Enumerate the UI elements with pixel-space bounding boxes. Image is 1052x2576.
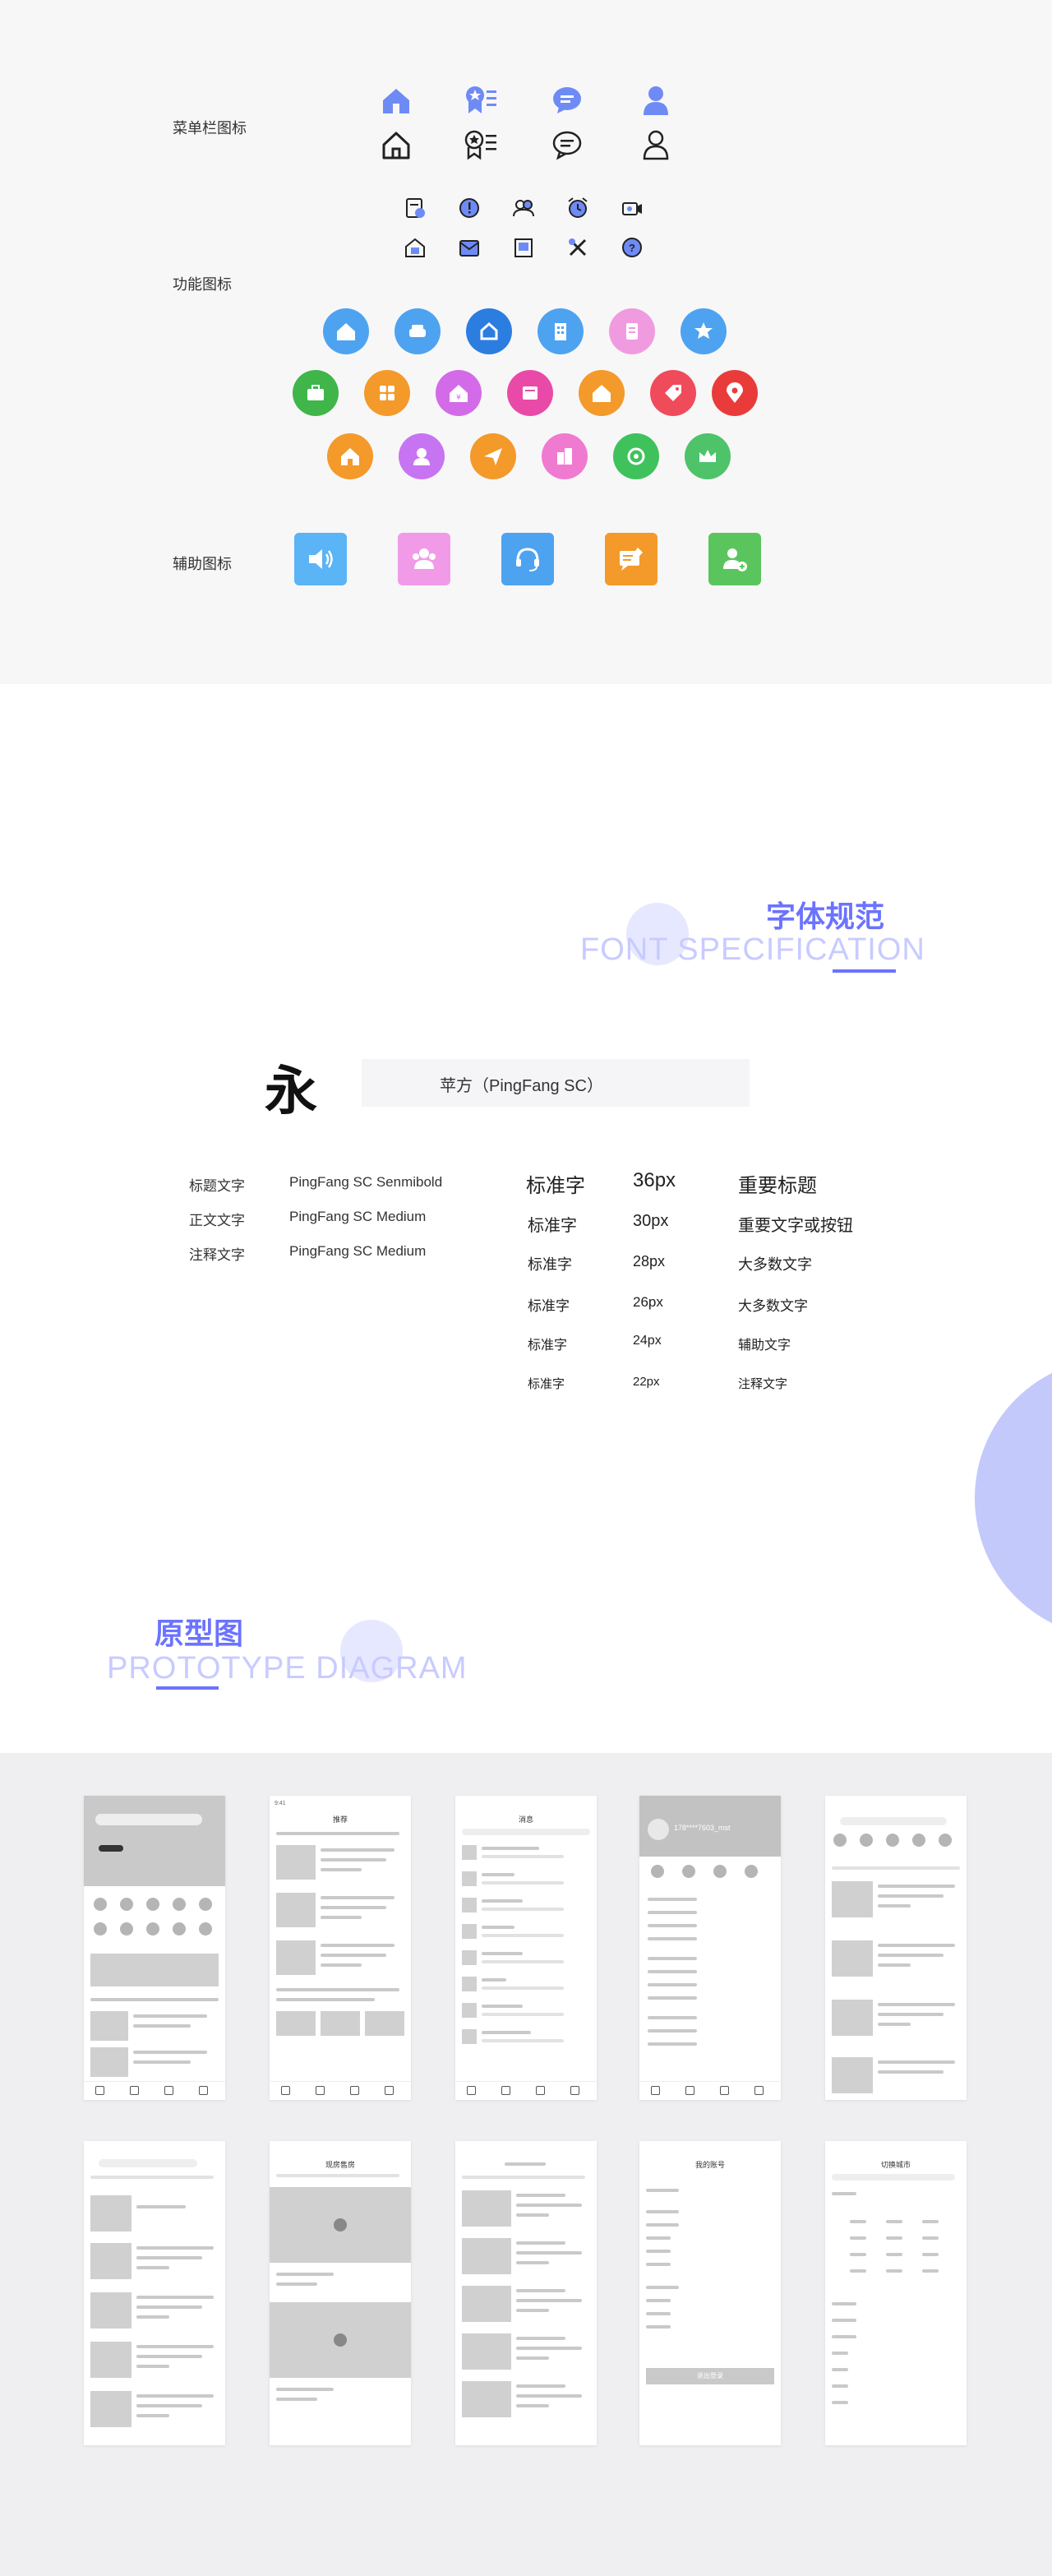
building-icon bbox=[511, 235, 536, 260]
house-orange-circle-icon bbox=[327, 433, 373, 479]
function-icons-label: 功能图标 bbox=[173, 276, 232, 293]
size-name-26: 标准字 bbox=[528, 1298, 570, 1314]
aux-icons-label: 辅助图标 bbox=[173, 556, 232, 572]
chat-filled-icon bbox=[549, 82, 585, 118]
screen-search-results bbox=[84, 2141, 225, 2445]
title-underline bbox=[833, 969, 896, 973]
alert-icon bbox=[457, 196, 482, 220]
size-name-24: 标准字 bbox=[528, 1339, 568, 1353]
tag-circle-icon bbox=[650, 370, 696, 416]
note-circle-icon bbox=[609, 308, 655, 354]
size-value-28: 28px bbox=[633, 1253, 666, 1270]
svg-text:?: ? bbox=[629, 242, 635, 254]
user-filled-icon bbox=[638, 82, 674, 118]
briefcase-circle-icon bbox=[293, 370, 339, 416]
home-circle-icon bbox=[323, 308, 369, 354]
screen-tab-list bbox=[455, 2141, 597, 2445]
size-use-36: 重要标题 bbox=[738, 1175, 817, 1197]
size-value-36: 36px bbox=[633, 1169, 676, 1191]
office-circle-icon bbox=[538, 308, 584, 354]
sofa-circle-icon bbox=[394, 308, 441, 354]
user-outline-icon bbox=[638, 127, 674, 163]
decor-big-circle bbox=[975, 1358, 1052, 1638]
help-icon: ? bbox=[620, 235, 644, 260]
city-circle-icon bbox=[542, 433, 588, 479]
menu-icons-label: 菜单栏图标 bbox=[173, 120, 247, 136]
usage-label-body: 正文文字 bbox=[189, 1213, 245, 1228]
screen-home bbox=[84, 1796, 225, 2100]
team-icon bbox=[398, 533, 450, 585]
icon-spec-section: 菜单栏图标 功能图标 辅助图标 ? ¥ bbox=[0, 0, 1052, 684]
logout-button[interactable]: 退出登录 bbox=[646, 2368, 774, 2384]
tools-icon bbox=[565, 235, 590, 260]
usage-label-note: 注释文字 bbox=[189, 1247, 245, 1263]
grid-circle-icon bbox=[364, 370, 410, 416]
size-value-30: 30px bbox=[633, 1212, 669, 1230]
group-icon bbox=[511, 196, 536, 220]
document-icon bbox=[403, 196, 427, 220]
star-list-filled-icon bbox=[462, 82, 498, 118]
size-use-22: 注释文字 bbox=[738, 1377, 788, 1391]
mail-icon bbox=[457, 235, 482, 260]
size-use-30: 重要文字或按钮 bbox=[738, 1217, 853, 1235]
tab-bar[interactable] bbox=[84, 2081, 225, 2100]
alarm-icon bbox=[565, 196, 590, 220]
size-use-28: 大多数文字 bbox=[738, 1256, 812, 1273]
size-use-26: 大多数文字 bbox=[738, 1298, 808, 1314]
font-sample-char: 永 bbox=[265, 1061, 317, 1122]
usage-font-title: PingFang SC Senmibold bbox=[289, 1174, 443, 1190]
headset-icon bbox=[501, 533, 554, 585]
location-circle-icon bbox=[712, 370, 758, 416]
house-grid-icon bbox=[403, 235, 427, 260]
prototype-subtitle: PROTOTYPE DIAGRAM bbox=[107, 1651, 468, 1686]
size-name-36: 标准字 bbox=[526, 1175, 585, 1197]
home-orange-circle-icon bbox=[579, 370, 625, 416]
size-name-22: 标准字 bbox=[528, 1377, 565, 1391]
size-use-24: 辅助文字 bbox=[738, 1339, 791, 1353]
prototype-title: 原型图 bbox=[155, 1616, 244, 1650]
prototype-section: 9:41 推荐 消息 178****7603_mst 现房售房 我的账号 退出登… bbox=[0, 1753, 1052, 2576]
usage-font-body: PingFang SC Medium bbox=[289, 1209, 427, 1224]
book-circle-icon bbox=[507, 370, 553, 416]
screen-profile: 178****7603_mst bbox=[639, 1796, 781, 2100]
font-name: 苹方（PingFang SC） bbox=[440, 1077, 603, 1095]
house-box-circle-icon bbox=[466, 308, 512, 354]
screen-account: 我的账号 退出登录 bbox=[639, 2141, 781, 2445]
font-spec-subtitle: FONT SPECIFICATION bbox=[580, 932, 925, 967]
send-circle-icon bbox=[470, 433, 516, 479]
font-spec-title: 字体规范 bbox=[766, 900, 885, 933]
font-spec-section: 字体规范 FONT SPECIFICATION 永 苹方（PingFang SC… bbox=[0, 684, 1052, 1753]
refresh-circle-icon bbox=[613, 433, 659, 479]
price-circle-icon: ¥ bbox=[436, 370, 482, 416]
screen-house-list bbox=[825, 1796, 967, 2100]
agent-circle-icon bbox=[399, 433, 445, 479]
size-name-28: 标准字 bbox=[528, 1256, 572, 1273]
star-list-outline-icon bbox=[462, 127, 498, 163]
home-filled-icon bbox=[378, 82, 414, 118]
usage-label-title: 标题文字 bbox=[189, 1178, 245, 1194]
screen-video-list: 现房售房 bbox=[270, 2141, 411, 2445]
usage-font-note: PingFang SC Medium bbox=[289, 1243, 427, 1259]
screen-title: 推荐 bbox=[332, 1815, 348, 1824]
screen-recommend: 9:41 推荐 bbox=[270, 1796, 411, 2100]
star-circle-icon bbox=[681, 308, 727, 354]
size-value-26: 26px bbox=[633, 1294, 663, 1310]
add-user-icon bbox=[708, 533, 761, 585]
video-icon bbox=[620, 196, 644, 220]
size-value-24: 24px bbox=[633, 1334, 662, 1348]
svg-text:¥: ¥ bbox=[456, 394, 461, 402]
speaker-icon bbox=[294, 533, 347, 585]
screen-city-select: 切换城市 bbox=[825, 2141, 967, 2445]
profile-name: 178****7603_mst bbox=[674, 1824, 731, 1832]
screen-messages: 消息 bbox=[455, 1796, 597, 2100]
home-outline-icon bbox=[378, 127, 414, 163]
chat-outline-icon bbox=[549, 127, 585, 163]
size-value-22: 22px bbox=[633, 1375, 660, 1389]
message-edit-icon bbox=[605, 533, 658, 585]
size-name-30: 标准字 bbox=[528, 1217, 577, 1235]
crown-circle-icon bbox=[685, 433, 731, 479]
prototype-underline bbox=[156, 1686, 219, 1690]
